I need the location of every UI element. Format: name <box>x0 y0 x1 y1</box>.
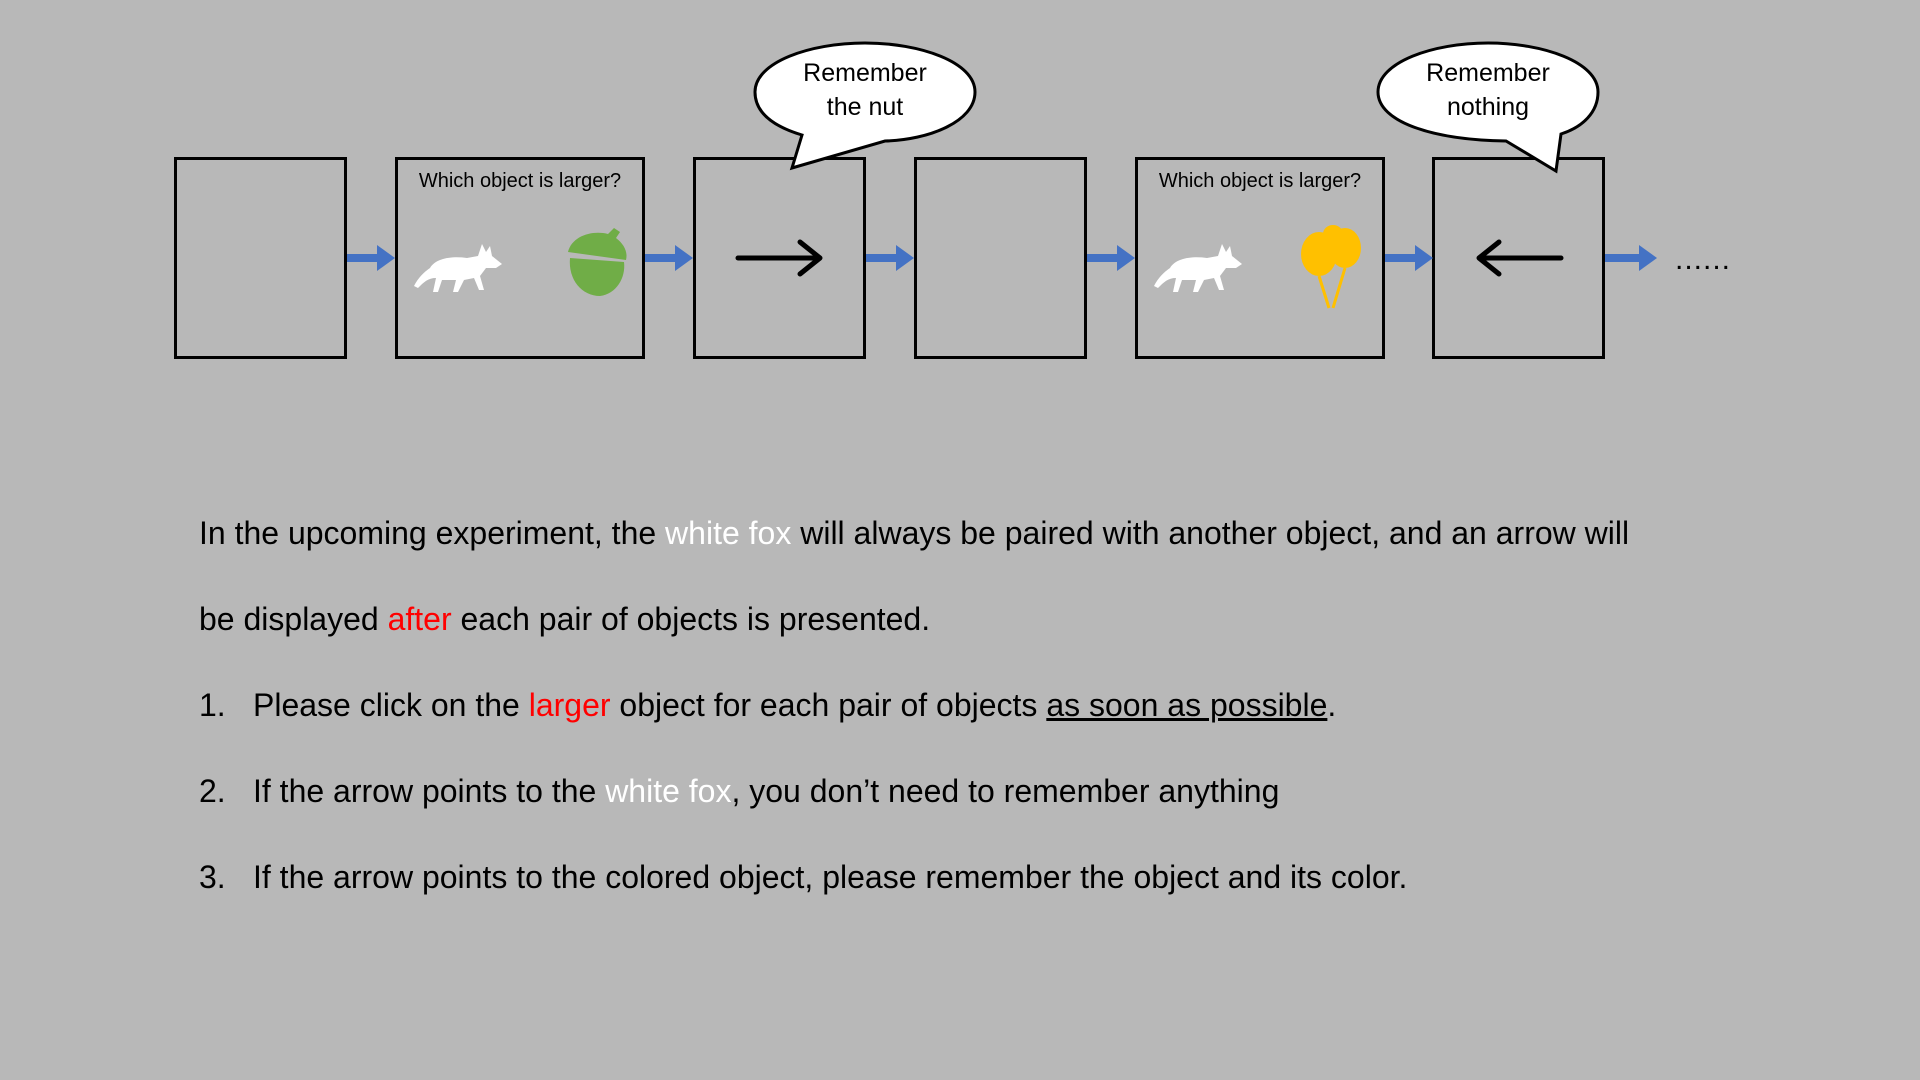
intro-line-2: be displayed after each pair of objects … <box>199 601 1759 687</box>
text-span: If the arrow points to the <box>253 773 606 809</box>
list-text: If the arrow points to the white fox, yo… <box>253 773 1279 810</box>
frame-blank-2 <box>914 157 1087 359</box>
list-text: If the arrow points to the colored objec… <box>253 859 1408 895</box>
speech-bubble-remember-nothing: Remember nothing <box>1373 40 1603 175</box>
text-span: be displayed <box>199 601 388 637</box>
flow-arrow-icon <box>1385 245 1433 271</box>
instructions-text: In the upcoming experiment, the white fo… <box>199 515 1759 945</box>
intro-line-1: In the upcoming experiment, the white fo… <box>199 515 1759 601</box>
highlight-after: after <box>387 601 452 637</box>
right-arrow-icon <box>735 239 823 277</box>
frame-question-text: Which object is larger? <box>418 170 622 192</box>
list-text: Please click on the larger object for ea… <box>253 687 1336 724</box>
frame-question-1: Which object is larger? <box>395 157 645 359</box>
underlined-asap: as soon as possible <box>1046 687 1328 723</box>
flow-arrow-icon <box>347 245 395 271</box>
fox-icon <box>414 244 502 292</box>
frame-cue-1 <box>693 157 866 359</box>
flow-arrow-icon <box>1087 245 1135 271</box>
bubble-line-2: nothing <box>1446 93 1530 121</box>
list-number: 3. <box>199 859 226 895</box>
flow-arrow-icon <box>1605 245 1657 271</box>
acorn-icon <box>568 228 627 296</box>
flow-arrow-icon <box>866 245 914 271</box>
frame-cue-2 <box>1432 157 1605 359</box>
text-span: In the upcoming experiment, the <box>199 515 666 551</box>
text-span: each pair of objects is presented. <box>451 601 931 637</box>
balloons-icon <box>1301 225 1361 309</box>
slide: Which object is larger? Which object is … <box>0 0 1920 1080</box>
highlight-white-fox: white fox <box>605 773 732 809</box>
instruction-item-1: 1. Please click on the larger object for… <box>199 687 1759 773</box>
fox-icon <box>1154 244 1242 292</box>
text-span: , you don’t need to remember anything <box>731 773 1280 809</box>
continuation-ellipsis: ...... <box>1675 243 1732 276</box>
left-arrow-icon <box>1476 239 1564 277</box>
frame-question-text: Which object is larger? <box>1158 170 1362 192</box>
speech-bubble-remember-nut: Remember the nut <box>750 40 980 172</box>
text-span: . <box>1327 687 1337 723</box>
frame-blank-1 <box>174 157 347 359</box>
instruction-item-3: 3. If the arrow points to the colored ob… <box>199 859 1759 945</box>
frame-question-2: Which object is larger? <box>1135 157 1385 359</box>
flow-arrow-icon <box>645 245 693 271</box>
text-span: will always be paired with another objec… <box>791 515 1630 551</box>
highlight-larger: larger <box>528 687 611 723</box>
bubble-line-2: the nut <box>826 93 904 121</box>
text-span: object for each pair of objects <box>610 687 1047 723</box>
text-span: Please click on the <box>253 687 529 723</box>
instruction-item-2: 2. If the arrow points to the white fox,… <box>199 773 1759 859</box>
bubble-line-1: Remember <box>803 59 927 87</box>
bubble-line-1: Remember <box>1426 59 1550 87</box>
list-number: 1. <box>199 687 226 723</box>
highlight-white-fox: white fox <box>665 515 792 551</box>
list-number: 2. <box>199 773 226 809</box>
